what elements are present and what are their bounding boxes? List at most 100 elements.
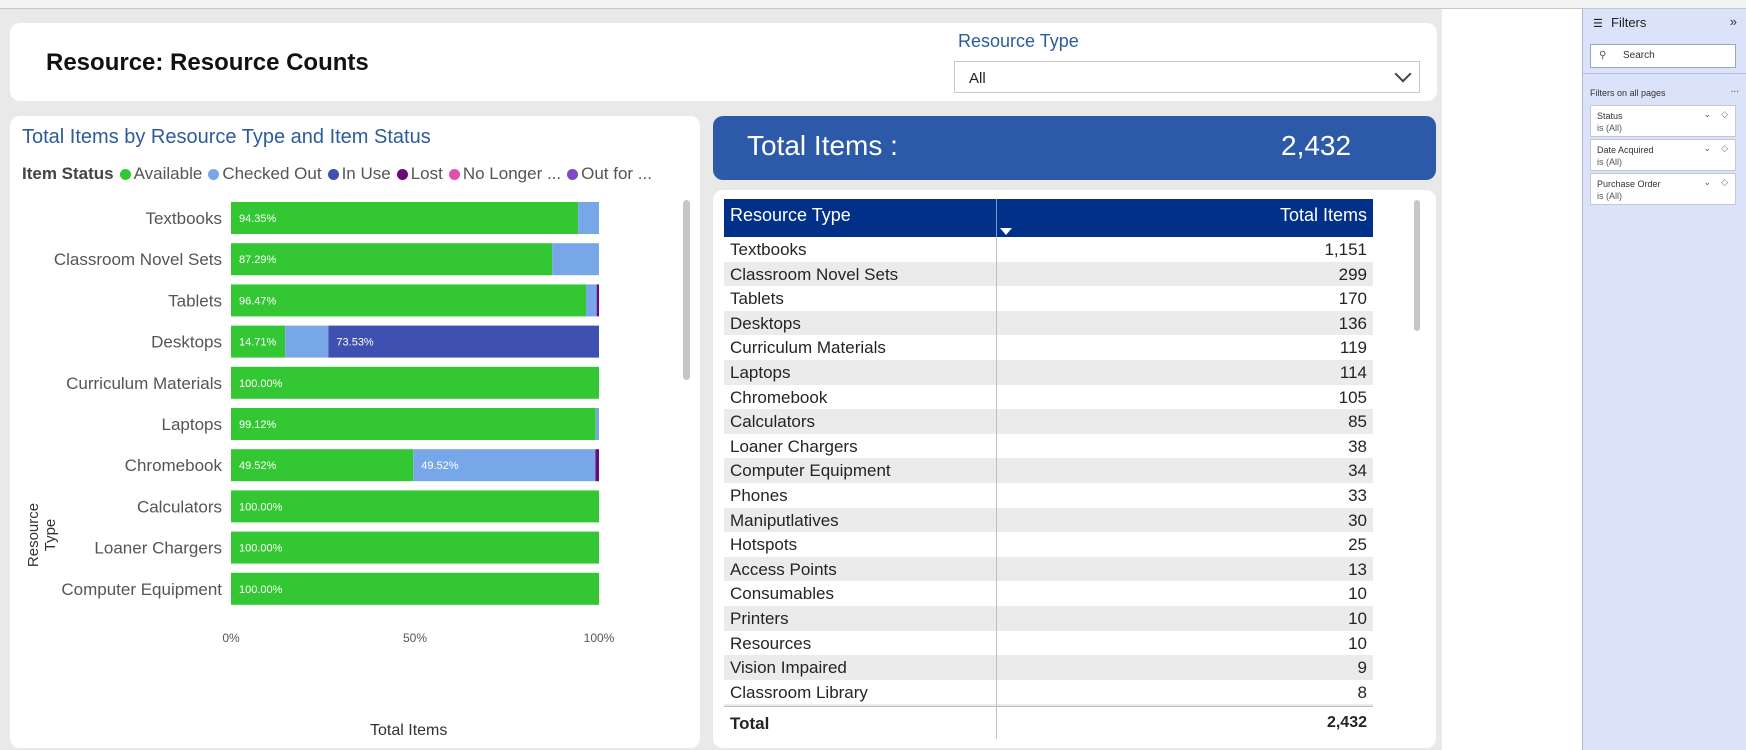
resource-type-cell: Consumables	[730, 584, 834, 604]
table-row[interactable]: Calculators 85	[724, 409, 1373, 434]
total-items-cell: 119	[1339, 338, 1367, 358]
table-row[interactable]: Phones 33	[724, 483, 1373, 508]
y-tick-label: Computer Equipment	[61, 580, 222, 599]
table-row[interactable]: Computer Equipment 34	[724, 458, 1373, 483]
filter-card[interactable]: Purchase Order is (All) ⌄ ◇	[1590, 173, 1736, 205]
chevron-down-icon	[1394, 65, 1412, 83]
resource-type-cell: Chromebook	[730, 387, 828, 407]
total-items-cell: 34	[1348, 461, 1367, 481]
total-items-cell: 25	[1348, 535, 1367, 555]
header-total-items[interactable]: Total Items	[1280, 205, 1367, 226]
table-row[interactable]: Printers 10	[724, 605, 1373, 631]
table-row[interactable]: Loaner Chargers 38	[724, 434, 1373, 459]
total-items-cell: 13	[1348, 559, 1367, 579]
table-row[interactable]: Access Points 13	[724, 556, 1373, 582]
y-tick-label: Loaner Chargers	[94, 539, 222, 558]
data-label: 100.00%	[239, 501, 283, 513]
table-body: Textbooks 1,151 Classroom Novel Sets 299 Tab…	[724, 237, 1373, 706]
window-top-bar	[0, 0, 1746, 9]
resource-type-cell: Textbooks	[730, 240, 807, 259]
table-row[interactable]: Curriculum Materials 119	[724, 335, 1373, 360]
table-row[interactable]: Classroom Library 8	[724, 680, 1373, 705]
bar-segment[interactable]	[231, 408, 596, 440]
table-row[interactable]: Consumables 10	[724, 581, 1373, 606]
expand-chevron-icon[interactable]: ⌄	[1703, 109, 1711, 120]
column-divider	[996, 237, 997, 739]
clear-filter-icon[interactable]: ◇	[1721, 143, 1728, 154]
bar-segment[interactable]	[285, 325, 329, 358]
table-scrollbar[interactable]	[1414, 200, 1420, 331]
total-items-cell: 8	[1357, 682, 1367, 702]
table-row[interactable]: Tablets 170	[724, 286, 1373, 311]
bar-segment[interactable]	[231, 490, 599, 523]
total-items-cell: 299	[1338, 264, 1367, 284]
bar-segment[interactable]	[595, 408, 599, 440]
header-card: Resource: Resource Counts Resource Type …	[10, 23, 1437, 101]
table-row[interactable]: Textbooks 1,151	[724, 237, 1373, 262]
table-row[interactable]: Hotspots 25	[724, 532, 1373, 557]
collapse-pane-icon[interactable]: »	[1730, 14, 1737, 29]
y-tick-label: Calculators	[137, 497, 222, 516]
filter-card-state: is (All)	[1597, 157, 1622, 167]
bar-segment[interactable]	[231, 202, 579, 234]
filter-card[interactable]: Date Acquired is (All) ⌄ ◇	[1590, 139, 1736, 171]
filters-title: Filters	[1611, 15, 1647, 30]
expand-chevron-icon[interactable]: ⌄	[1703, 143, 1711, 154]
resource-type-cell: Computer Equipment	[730, 461, 891, 481]
y-tick-label: Classroom Novel Sets	[54, 250, 222, 269]
total-items-kpi: Total Items : 2,432	[713, 116, 1436, 180]
bar-segment[interactable]	[231, 366, 599, 399]
filters-section-label: Filters on all pages	[1590, 88, 1666, 98]
table-row[interactable]: Desktops 136	[724, 310, 1373, 336]
page-title: Resource: Resource Counts	[46, 49, 369, 76]
chart-scrollbar[interactable]	[683, 200, 690, 380]
search-placeholder: Search	[1623, 50, 1655, 61]
more-options-icon[interactable]: ...	[1731, 84, 1739, 95]
bar-segment[interactable]	[552, 243, 599, 276]
sort-descending-icon[interactable]	[1000, 228, 1012, 235]
table-row[interactable]: Vision Impaired 9	[724, 655, 1373, 680]
header-divider	[996, 199, 997, 237]
filter-card-title: Date Acquired	[1597, 145, 1654, 155]
bar-segment[interactable]	[231, 531, 599, 564]
bar-segment[interactable]	[595, 449, 599, 482]
slicer-selected-value: All	[969, 70, 986, 87]
resource-type-cell: Loaner Chargers	[730, 436, 858, 456]
x-tick-label: 0%	[222, 631, 240, 645]
y-tick-label: Curriculum Materials	[66, 374, 222, 393]
bar-segment[interactable]	[586, 284, 597, 317]
bar-segment[interactable]	[231, 572, 599, 605]
expand-chevron-icon[interactable]: ⌄	[1703, 177, 1711, 188]
clear-filter-icon[interactable]: ◇	[1721, 109, 1728, 120]
data-label: 100.00%	[239, 378, 283, 390]
resource-type-cell: Calculators	[730, 412, 816, 432]
table-row[interactable]: Chromebook 105	[724, 385, 1373, 410]
data-label: 100.00%	[239, 543, 283, 555]
bar-segment[interactable]	[596, 284, 599, 317]
resource-type-cell: Access Points	[730, 559, 837, 579]
table-card: Resource Type Total Items Textbooks 1,151…	[713, 190, 1436, 748]
bar-segment[interactable]	[231, 284, 587, 317]
header-resource-type[interactable]: Resource Type	[730, 205, 851, 226]
total-items-cell: 105	[1338, 387, 1367, 407]
resource-type-cell: Maniputlatives	[730, 510, 839, 530]
table-row[interactable]: Resources 10	[724, 631, 1373, 656]
resource-type-cell: Curriculum Materials	[730, 338, 886, 358]
total-items-cell: 170	[1338, 289, 1367, 309]
table-row[interactable]: Laptops 114	[724, 359, 1373, 385]
resource-type-slicer-dropdown[interactable]: All	[954, 61, 1420, 93]
resource-type-slicer-label: Resource Type	[958, 31, 1079, 51]
resource-type-cell: Classroom Library	[730, 682, 868, 702]
kpi-label: Total Items :	[747, 130, 898, 161]
table-row[interactable]: Classroom Novel Sets 299	[724, 261, 1373, 287]
resource-type-cell: Printers	[730, 608, 789, 628]
bar-segment[interactable]	[578, 202, 599, 234]
bar-segment[interactable]	[231, 243, 553, 276]
y-tick-label: Textbooks	[145, 209, 222, 228]
clear-filter-icon[interactable]: ◇	[1721, 177, 1728, 188]
filter-card[interactable]: Status is (All) ⌄ ◇	[1590, 105, 1736, 137]
resource-type-cell: Hotspots	[730, 535, 798, 555]
table-row[interactable]: Maniputlatives 30	[724, 507, 1373, 533]
resource-type-cell: Laptops	[730, 362, 791, 382]
filters-search-input[interactable]: ⚲ Search	[1590, 44, 1736, 68]
